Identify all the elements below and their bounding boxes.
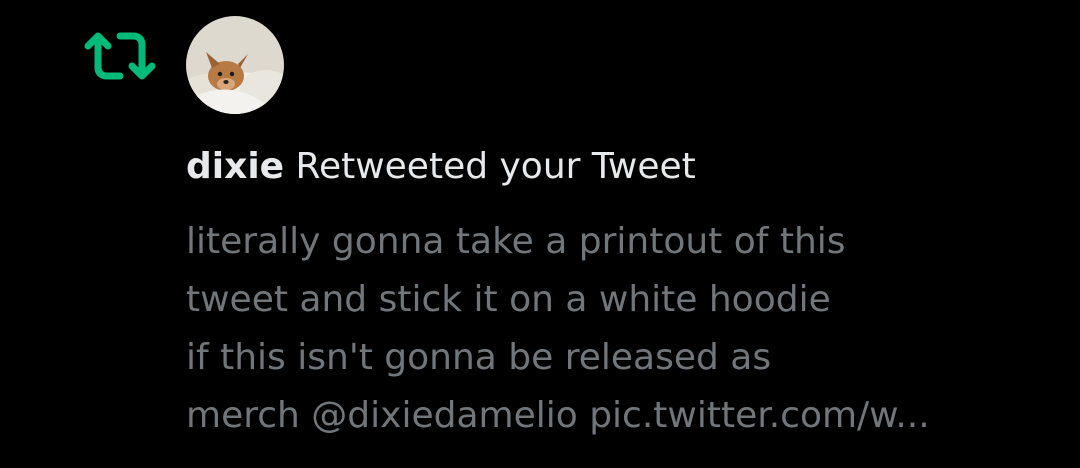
notification-headline: dixie Retweeted your Tweet bbox=[186, 140, 696, 194]
tweet-line: merch @dixiedamelio pic.twitter.com/w... bbox=[186, 395, 930, 436]
retweet-notification[interactable]: dixie Retweeted your Tweet literally gon… bbox=[0, 0, 1080, 468]
tweet-line: literally gonna take a printout of this bbox=[186, 221, 846, 262]
action-text: Retweeted your Tweet bbox=[295, 146, 696, 187]
tweet-line: tweet and stick it on a white hoodie bbox=[186, 279, 831, 320]
tweet-line: if this isn't gonna be released as bbox=[186, 337, 772, 378]
user-name[interactable]: dixie bbox=[186, 146, 284, 187]
tweet-text[interactable]: literally gonna take a printout of this … bbox=[186, 213, 1056, 445]
retweet-icon bbox=[82, 28, 158, 84]
avatar[interactable] bbox=[186, 16, 284, 114]
